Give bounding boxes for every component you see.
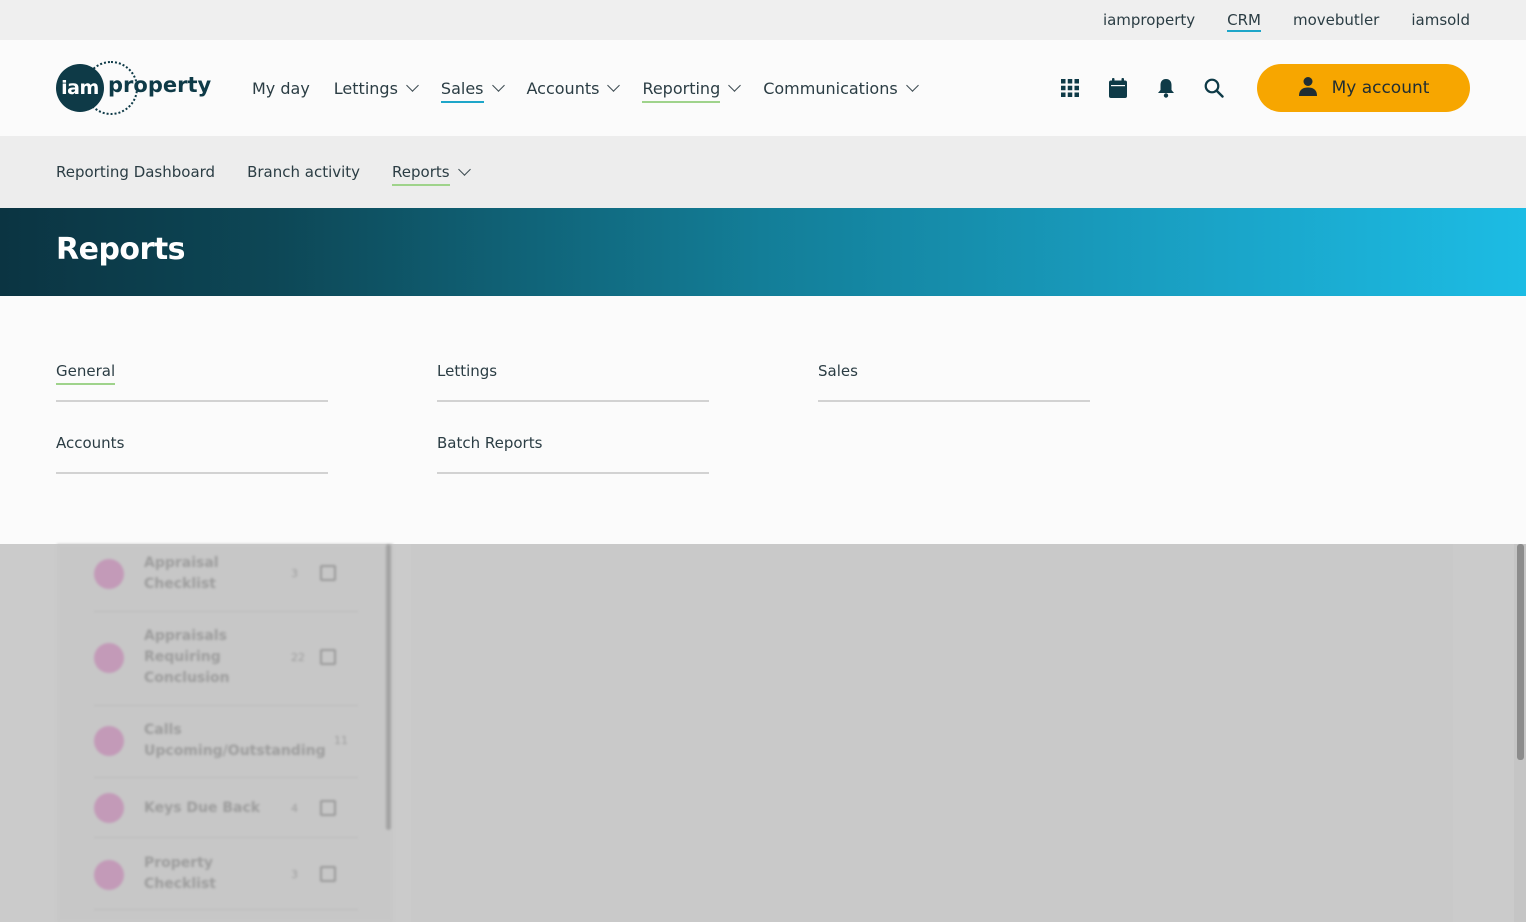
subnav-reporting-dashboard[interactable]: Reporting Dashboard xyxy=(56,163,215,181)
my-account-label: My account xyxy=(1331,78,1430,98)
subnav-reports[interactable]: Reports xyxy=(392,163,471,186)
list-item[interactable]: Keys Due Back 4 xyxy=(94,778,358,838)
subnav-branch-activity[interactable]: Branch activity xyxy=(247,163,360,181)
top-utility-bar: iamproperty CRM movebutler iamsold xyxy=(0,0,1526,40)
list-item-count: 22 xyxy=(291,651,305,664)
calendar-icon[interactable] xyxy=(1108,78,1128,98)
link-movebutler[interactable]: movebutler xyxy=(1293,0,1379,40)
apps-grid-icon[interactable] xyxy=(1060,78,1080,98)
external-link-icon[interactable] xyxy=(320,649,336,665)
list-item[interactable]: Appraisal Checklist 3 xyxy=(94,544,358,612)
task-icon xyxy=(94,643,124,673)
subnav-label: Branch activity xyxy=(247,163,361,181)
external-link-icon[interactable] xyxy=(320,565,336,581)
nav-accounts[interactable]: Accounts xyxy=(526,78,621,98)
page-banner: Reports xyxy=(0,208,1526,296)
nav-communications[interactable]: Communications xyxy=(763,78,919,98)
key-icon xyxy=(94,793,124,823)
tasks-sidebar-card: Appraisal Checklist 3 Appraisals Requiri… xyxy=(57,544,393,922)
task-icon xyxy=(94,559,124,589)
reporting-subnav: Reporting Dashboard Branch activity Repo… xyxy=(0,136,1526,208)
report-link-label: Sales xyxy=(818,362,858,380)
bell-icon[interactable] xyxy=(1156,78,1176,98)
header-icons xyxy=(1060,40,1224,136)
nav-lettings[interactable]: Lettings xyxy=(333,78,419,98)
chevron-down-icon xyxy=(607,79,621,92)
report-link-label: Lettings xyxy=(437,362,498,380)
list-item-label: Appraisals Requiring Conclusion xyxy=(144,628,230,686)
product-links: iamproperty CRM movebutler iamsold xyxy=(1103,0,1470,40)
chevron-down-icon xyxy=(905,79,919,92)
list-item-label: Appraisal Checklist xyxy=(144,555,219,592)
main-content-card xyxy=(411,544,1453,922)
logo-mark: iam xyxy=(56,64,104,112)
subnav-label: Reporting Dashboard xyxy=(56,163,216,181)
report-link-accounts[interactable]: Accounts xyxy=(56,434,328,474)
logo-word: property xyxy=(108,73,212,97)
nav-label: Communications xyxy=(763,78,898,98)
nav-label: My day xyxy=(252,78,310,98)
task-icon xyxy=(94,860,124,890)
main-nav: My day Lettings Sales Accounts Reporting… xyxy=(252,40,919,136)
list-item-label: Property Checklist xyxy=(144,855,216,892)
nav-reporting[interactable]: Reporting xyxy=(642,78,742,103)
external-link-icon[interactable] xyxy=(320,800,336,816)
list-item-count: 11 xyxy=(334,734,348,747)
list-item-label: Keys Due Back xyxy=(144,800,261,816)
list-item-count: 3 xyxy=(291,868,298,881)
report-link-sales[interactable]: Sales xyxy=(818,362,1090,402)
list-item-label: Calls Upcoming/Outstanding xyxy=(144,722,326,759)
link-iamproperty[interactable]: iamproperty xyxy=(1103,0,1195,40)
iamproperty-logo[interactable]: iam property xyxy=(56,61,211,115)
report-link-batch-reports[interactable]: Batch Reports xyxy=(437,434,709,474)
report-link-lettings[interactable]: Lettings xyxy=(437,362,709,402)
list-item[interactable]: Calls Upcoming/Outstanding 11 xyxy=(94,706,358,778)
report-link-general[interactable]: General xyxy=(56,362,328,402)
report-link-label: Accounts xyxy=(56,434,125,452)
page-background-overlay: Appraisal Checklist 3 Appraisals Requiri… xyxy=(0,544,1526,922)
chevron-down-icon xyxy=(406,79,419,92)
my-account-button[interactable]: My account xyxy=(1257,64,1470,112)
search-icon[interactable] xyxy=(1204,78,1224,98)
list-item-count: 3 xyxy=(291,567,298,580)
chevron-down-icon xyxy=(728,79,742,92)
link-crm[interactable]: CRM xyxy=(1227,0,1261,40)
report-link-label: Batch Reports xyxy=(437,434,543,452)
chevron-down-icon xyxy=(491,79,505,92)
nav-label: Reporting xyxy=(642,78,721,103)
list-item[interactable]: Appraisals Requiring Conclusion 22 xyxy=(94,612,358,706)
nav-sales[interactable]: Sales xyxy=(440,78,505,103)
nav-label: Sales xyxy=(440,78,484,103)
main-header: iam property My day Lettings Sales Accou… xyxy=(0,40,1526,136)
list-item-count: 4 xyxy=(291,802,298,815)
sidebar-scrollbar[interactable] xyxy=(386,544,391,830)
report-link-label: General xyxy=(56,362,116,385)
list-item[interactable]: Property Checklist 3 xyxy=(94,838,358,910)
reports-menu-panel: General Lettings Sales Accounts Batch Re… xyxy=(0,296,1526,544)
link-iamsold[interactable]: iamsold xyxy=(1411,0,1470,40)
nav-label: Lettings xyxy=(333,78,398,98)
nav-my-day[interactable]: My day xyxy=(252,79,310,98)
page-scrollbar[interactable] xyxy=(1514,544,1526,922)
external-link-icon[interactable] xyxy=(320,866,336,882)
chevron-down-icon xyxy=(457,163,471,176)
nav-label: Accounts xyxy=(526,78,600,98)
page-scrollbar-thumb[interactable] xyxy=(1517,544,1524,760)
page-title: Reports xyxy=(56,232,186,267)
subnav-label: Reports xyxy=(392,163,450,186)
user-icon xyxy=(1298,76,1318,101)
phone-icon xyxy=(94,726,124,756)
